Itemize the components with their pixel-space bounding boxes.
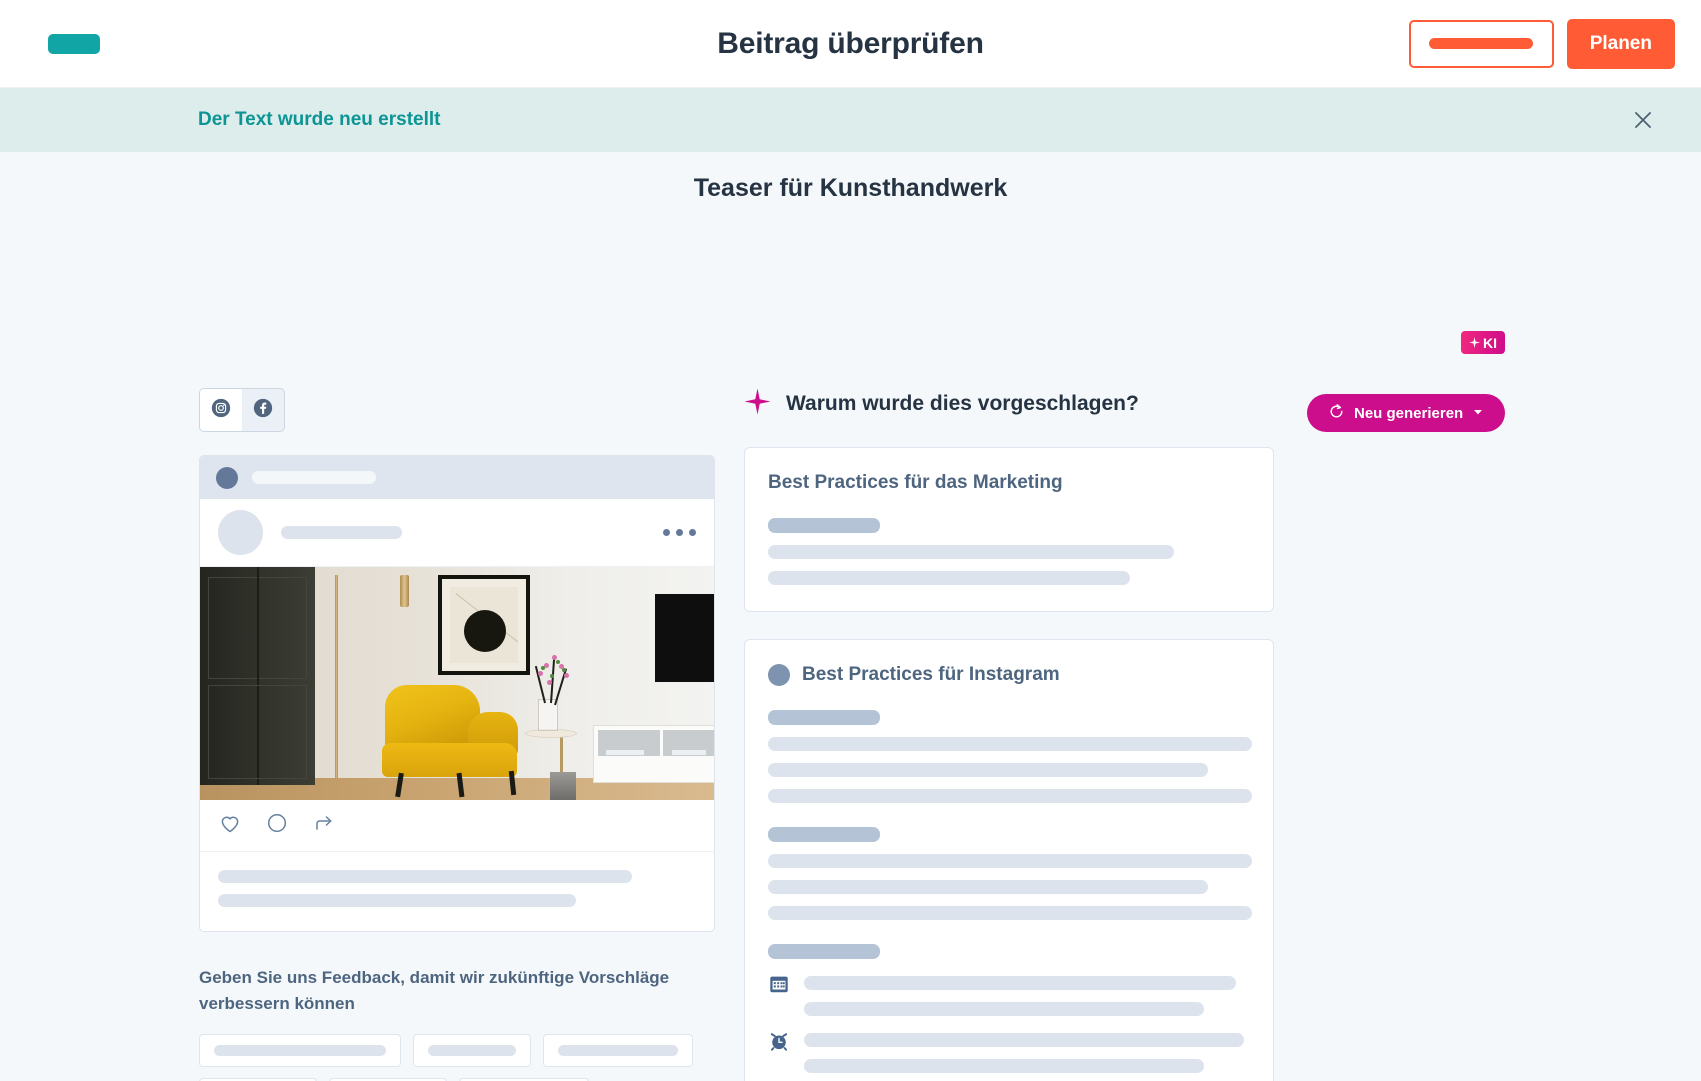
avatar: [216, 466, 238, 489]
header-actions: Planen: [1408, 18, 1675, 69]
avatar: [218, 510, 263, 555]
instagram-icon: [211, 398, 231, 423]
skeleton-line: [804, 976, 1236, 990]
facebook-icon: [253, 398, 273, 423]
caption-line: [218, 870, 632, 883]
skeleton-heading: [768, 827, 880, 842]
calendar-hint-row: [768, 973, 1250, 1016]
card-title: Best Practices für Instagram: [802, 664, 1060, 685]
best-practices-instagram-card: Best Practices für Instagram: [744, 639, 1274, 1081]
preview-account-bar: [200, 456, 714, 499]
skeleton-line: [768, 571, 1130, 585]
skeleton-line: [768, 737, 1252, 751]
sparkle-icon: [1469, 335, 1480, 351]
heart-icon[interactable]: [218, 811, 242, 840]
status-badge: KI: [1461, 331, 1505, 354]
framed-art: [438, 575, 530, 675]
post-preview-card: [199, 455, 715, 932]
explanation-column: Warum wurde dies vorgeschlagen? Best Pra…: [744, 388, 1274, 1081]
feedback-chip-row: [199, 1033, 715, 1067]
tab-instagram[interactable]: [200, 389, 242, 431]
profile-name-placeholder: [281, 526, 402, 539]
chevron-down-icon: [1472, 405, 1484, 422]
comment-icon[interactable]: [265, 811, 289, 840]
card-title: Best Practices für das Marketing: [768, 472, 1063, 493]
account-name-placeholder: [252, 471, 376, 484]
preview-caption-placeholder: [200, 852, 714, 931]
channel-tab-group: [199, 388, 285, 432]
alarm-clock-icon: [768, 1030, 790, 1057]
page-body: Teaser für Kunsthandwerk KI Geben Sie un…: [0, 152, 1701, 1081]
post-preview-column: Geben Sie uns Feedback, damit wir zukünf…: [199, 388, 715, 1081]
best-practices-marketing-card: Best Practices für das Marketing: [744, 447, 1274, 612]
skeleton-heading: [768, 944, 880, 959]
schedule-button[interactable]: Planen: [1566, 18, 1675, 69]
feedback-chip[interactable]: [543, 1033, 693, 1067]
skeleton-line: [768, 545, 1174, 559]
yellow-armchair: [385, 685, 480, 751]
post-name-heading: Teaser für Kunsthandwerk: [693, 174, 1008, 202]
timing-hint-row: [768, 1030, 1250, 1073]
skeleton-line: [768, 854, 1252, 868]
skeleton-line: [768, 763, 1208, 777]
secondary-action-button[interactable]: [1408, 19, 1554, 68]
skeleton-line: [768, 880, 1208, 894]
regenerate-label: Neu generieren: [1354, 404, 1464, 422]
tab-facebook[interactable]: [242, 389, 284, 431]
app-header: Beitrag überprüfen Planen: [0, 0, 1701, 88]
feedback-prompt: Geben Sie uns Feedback, damit wir zukünf…: [199, 968, 670, 1014]
feedback-chip[interactable]: [413, 1033, 531, 1067]
status-alert: Der Text wurde neu erstellt: [0, 88, 1701, 152]
skeleton-line: [804, 1002, 1204, 1016]
card-title-row: Best Practices für Instagram: [768, 664, 1250, 686]
skeleton-lines: [804, 1030, 1250, 1073]
ai-badge-label: KI: [1483, 334, 1497, 351]
skeleton-line: [768, 906, 1252, 920]
avatar: [768, 664, 790, 686]
why-suggested-header: Warum wurde dies vorgeschlagen?: [744, 388, 1274, 420]
caption-line: [218, 894, 576, 907]
skeleton-line: [804, 1059, 1204, 1073]
regenerate-button[interactable]: Neu generieren: [1307, 394, 1506, 432]
secondary-action-label-placeholder: [1429, 38, 1534, 49]
feedback-chip-group: [199, 1033, 715, 1081]
feedback-chip[interactable]: [199, 1033, 401, 1067]
close-icon[interactable]: [1630, 107, 1656, 133]
why-suggested-title: Warum wurde dies vorgeschlagen?: [786, 392, 1139, 415]
sparkle-icon: [744, 388, 771, 420]
calendar-icon: [768, 973, 790, 1000]
skeleton-heading: [768, 710, 880, 725]
alert-message: Der Text wurde neu erstellt: [198, 109, 441, 130]
post-image: [200, 567, 714, 800]
tv-console: [593, 725, 714, 783]
skeleton-line: [768, 789, 1252, 803]
skeleton-line: [804, 1033, 1244, 1047]
refresh-icon: [1328, 403, 1345, 424]
share-icon[interactable]: [312, 811, 336, 840]
preview-engagement-actions: [200, 800, 714, 852]
wall-tv: [655, 594, 714, 682]
skeleton-heading: [768, 518, 880, 533]
skeleton-lines: [804, 973, 1250, 1016]
more-options-icon[interactable]: [663, 529, 696, 536]
wardrobe: [200, 567, 315, 785]
preview-post-header: [200, 499, 714, 567]
